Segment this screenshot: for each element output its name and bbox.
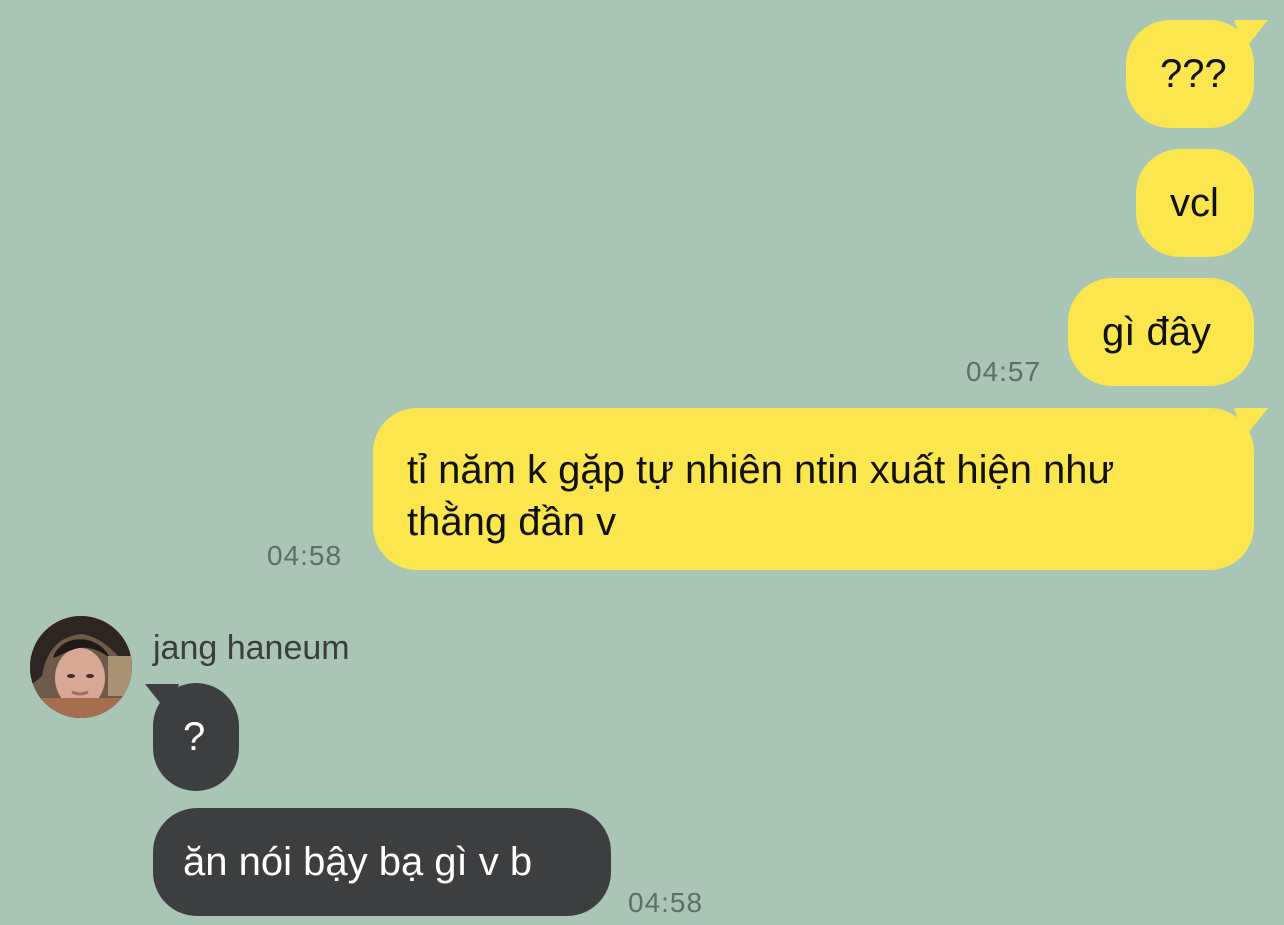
timestamp: 04:57 [966, 356, 1042, 387]
outgoing-message[interactable]: ??? [1126, 20, 1254, 128]
message-text-line: tỉ năm k gặp tự nhiên ntin xuất hiện như [407, 448, 1115, 492]
incoming-message[interactable]: ? [153, 683, 239, 791]
outgoing-message[interactable]: tỉ năm k gặp tự nhiên ntin xuất hiện như… [373, 408, 1254, 570]
contact-name: jang haneum [153, 629, 350, 667]
timestamp: 04:58 [628, 887, 704, 918]
contact-avatar[interactable] [30, 616, 132, 718]
timestamp: 04:58 [267, 540, 343, 571]
outgoing-message[interactable]: gì đây [1068, 278, 1254, 386]
incoming-message[interactable]: ăn nói bậy bạ gì v b [153, 808, 611, 916]
message-text: ? [183, 715, 206, 759]
message-text: vcl [1170, 181, 1219, 225]
message-text: gì đây [1102, 310, 1211, 354]
avatar-photo [30, 616, 132, 718]
message-text-line: thằng đần v [407, 500, 617, 544]
chat-thread: ??? vcl gì đây 04:57 tỉ năm k gặp tự nhi… [0, 0, 1284, 925]
message-text: ăn nói bậy bạ gì v b [183, 840, 533, 884]
outgoing-message[interactable]: vcl [1136, 149, 1254, 257]
message-text: ??? [1160, 52, 1227, 96]
